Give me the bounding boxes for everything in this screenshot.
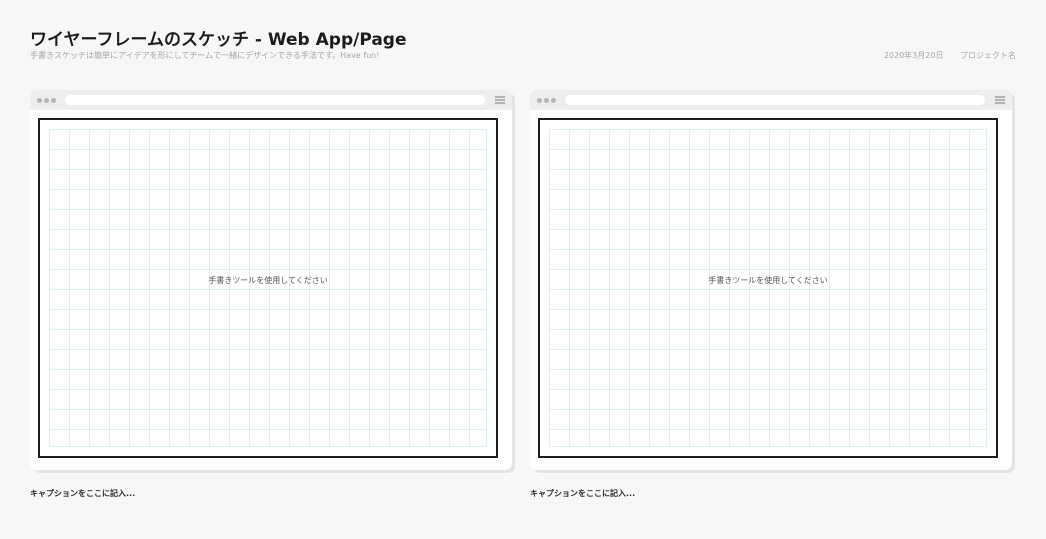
browser-frame-2: 手書きツールを使用してください: [530, 90, 1012, 470]
hamburger-menu-icon[interactable]: [995, 96, 1005, 104]
address-bar[interactable]: [65, 95, 485, 105]
browser-frame-1: 手書きツールを使用してください: [30, 90, 512, 470]
page-title: ワイヤーフレームのスケッチ - Web App/Page: [30, 30, 407, 50]
browser-chrome: [30, 90, 512, 110]
browser-chrome: [530, 90, 1012, 110]
window-dots-icon: [37, 98, 56, 103]
caption-field-2[interactable]: キャプションをここに記入...: [530, 488, 635, 499]
window-dot: [544, 98, 549, 103]
wireframe-page: ワイヤーフレームのスケッチ - Web App/Page 手書きスケッチは簡単に…: [0, 0, 1046, 539]
window-dot: [537, 98, 542, 103]
project-name-label[interactable]: プロジェクト名: [960, 51, 1016, 60]
grid-background: [549, 129, 987, 447]
window-dot: [44, 98, 49, 103]
sketch-canvas[interactable]: 手書きツールを使用してください: [538, 118, 998, 458]
canvas-hint: 手書きツールを使用してください: [708, 276, 828, 285]
caption-field-1[interactable]: キャプションをここに記入...: [30, 488, 135, 499]
page-meta: 2020年3月20日 プロジェクト名: [884, 50, 1016, 61]
date-label[interactable]: 2020年3月20日: [884, 51, 944, 60]
window-dot: [37, 98, 42, 103]
hamburger-menu-icon[interactable]: [495, 96, 505, 104]
window-dots-icon: [537, 98, 556, 103]
canvas-hint: 手書きツールを使用してください: [208, 276, 328, 285]
sketch-canvas[interactable]: 手書きツールを使用してください: [38, 118, 498, 458]
window-dot: [551, 98, 556, 103]
address-bar[interactable]: [565, 95, 985, 105]
window-dot: [51, 98, 56, 103]
grid-background: [49, 129, 487, 447]
page-subtitle: 手書きスケッチは簡単にアイデアを形にしてチームで一緒にデザインできる手法です。H…: [30, 51, 380, 60]
